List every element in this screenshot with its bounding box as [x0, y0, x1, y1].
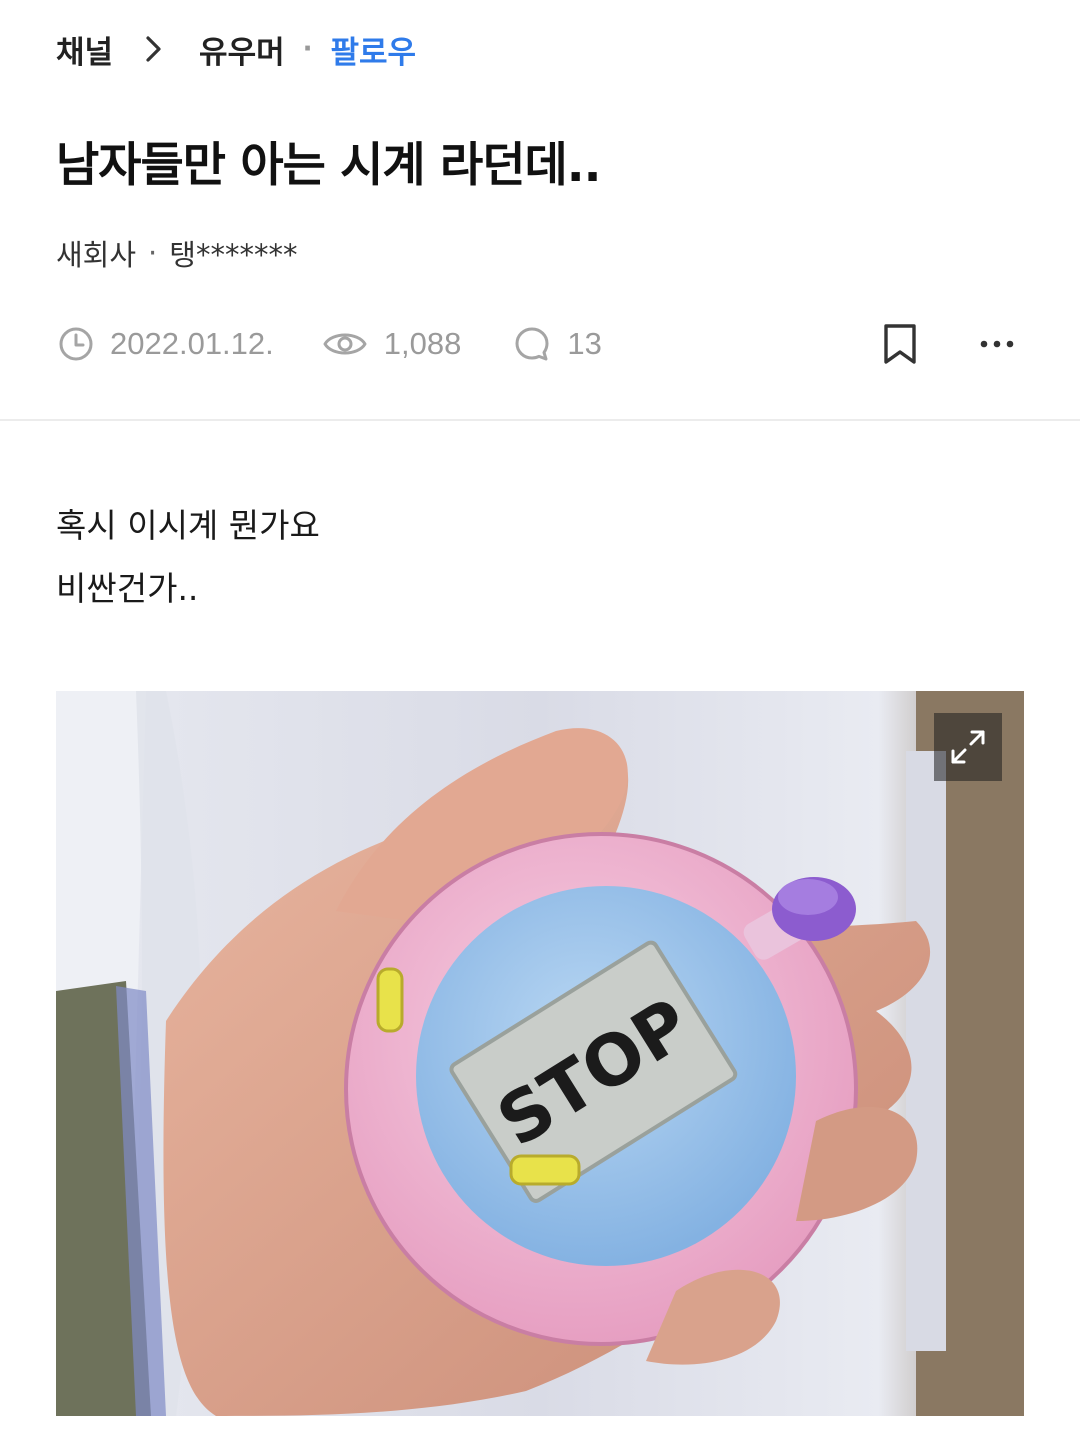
post-board[interactable]: 새회사 [56, 232, 136, 274]
post-author-line: 새회사 · 탱******* [56, 232, 297, 274]
comment-bubble-icon [515, 327, 549, 361]
author-separator: · [148, 236, 158, 270]
breadcrumb-channel[interactable]: 채널 [56, 27, 113, 72]
post-body: 혹시 이시계 뭔가요 비싼건가.. [56, 494, 320, 620]
bookmark-icon [884, 324, 916, 364]
post-views: 1,088 [383, 326, 462, 361]
post-image[interactable]: STOP [56, 691, 1024, 1416]
post-title: 남자들만 아는 시계 라던데.. [56, 138, 601, 193]
eye-icon [323, 333, 367, 355]
more-options-button[interactable] [980, 339, 1014, 349]
breadcrumb-separator: · [302, 34, 313, 64]
post-views-item: 1,088 [322, 326, 462, 362]
bookmark-button[interactable] [882, 323, 918, 365]
clock-icon [59, 327, 93, 361]
post-comments-count: 13 [567, 326, 602, 361]
header-divider [0, 419, 1080, 421]
more-dots-icon [980, 340, 1014, 348]
follow-button[interactable]: 팔로우 [331, 27, 417, 72]
stopwatch-photo: STOP [56, 691, 1024, 1416]
post-body-line-2: 비싼건가.. [56, 569, 199, 608]
expand-image-button[interactable] [934, 713, 1002, 781]
breadcrumb-category[interactable]: 유우머 [199, 27, 285, 72]
post-body-line-1: 혹시 이시계 뭔가요 [56, 506, 320, 545]
post-author[interactable]: 탱******* [169, 232, 297, 274]
breadcrumb: 채널 유우머 · 팔로우 [56, 26, 416, 72]
expand-icon [951, 730, 985, 764]
post-meta: 2022.01.12. 1,088 13 [56, 318, 1024, 370]
chevron-right-icon [145, 35, 163, 63]
post-comments-item[interactable]: 13 [513, 325, 602, 363]
post-date-item: 2022.01.12. [58, 326, 274, 362]
post-date: 2022.01.12. [110, 326, 274, 361]
